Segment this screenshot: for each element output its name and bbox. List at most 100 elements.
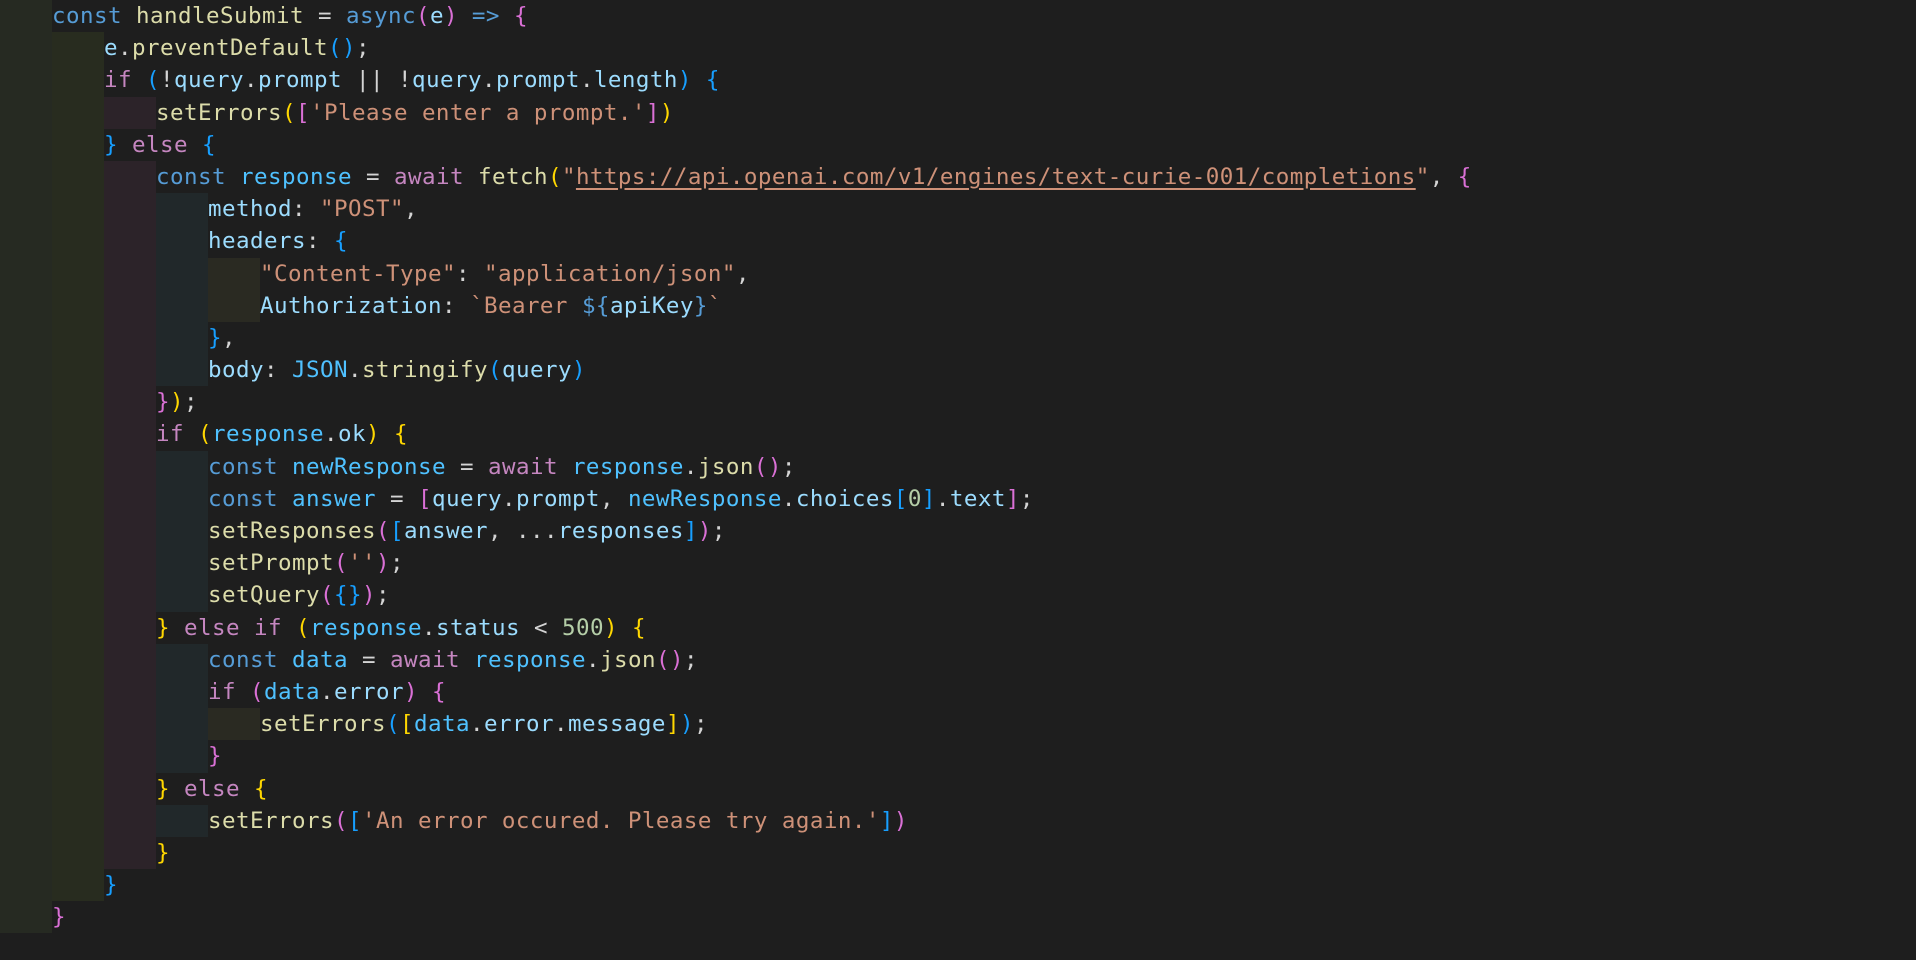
code-token: length	[593, 67, 678, 94]
indent-guide	[104, 160, 156, 194]
code-line[interactable]: Authorization: `Bearer ${apiKey}`	[0, 289, 1916, 322]
indent-guide	[52, 96, 104, 129]
code-editor[interactable]: const handleSubmit = async(e) => {e.prev…	[0, 0, 1916, 960]
code-token: ]	[665, 711, 680, 738]
indent-guide	[0, 450, 52, 483]
code-token: `	[707, 292, 722, 319]
indent-guide	[156, 482, 208, 515]
code-token: (	[319, 582, 334, 609]
code-token: query	[174, 67, 244, 94]
code-token: const	[208, 646, 278, 673]
indent-guide	[156, 515, 208, 548]
code-line[interactable]: },	[0, 321, 1916, 355]
code-token: .	[501, 485, 516, 512]
code-token: :	[455, 260, 484, 287]
code-line[interactable]: method: "POST",	[0, 193, 1916, 226]
url-link[interactable]: https://api.openai.com/v1/engines/text-c…	[576, 164, 1416, 190]
code-line[interactable]: "Content-Type": "application/json",	[0, 257, 1916, 290]
code-line[interactable]: if (response.ok) {	[0, 418, 1916, 451]
indent-guide	[208, 708, 260, 741]
indent-guide	[52, 450, 104, 483]
indent-guide	[104, 96, 156, 129]
code-line[interactable]: } else {	[0, 772, 1916, 805]
code-line[interactable]: } else {	[0, 128, 1916, 161]
code-line-text: } else if (response.status < 500) {	[156, 612, 646, 644]
code-token: (	[415, 3, 430, 29]
code-token: (	[281, 99, 296, 126]
code-line[interactable]: const response = await fetch("https://ap…	[0, 160, 1916, 194]
indent-guide	[156, 675, 208, 709]
code-line[interactable]: setErrors(['Please enter a prompt.'])	[0, 96, 1916, 129]
indent-guide	[0, 32, 52, 65]
code-token: (	[250, 678, 264, 705]
code-token: )	[375, 550, 390, 577]
code-line[interactable]: setResponses([answer, ...responses]);	[0, 515, 1916, 548]
code-line-text: const response = await fetch("https://ap…	[156, 161, 1472, 193]
indent-guide	[104, 675, 156, 709]
code-token: message	[567, 711, 666, 738]
code-line[interactable]: }	[0, 869, 1916, 902]
code-token: {}	[333, 582, 362, 609]
code-line-text: setResponses([answer, ...responses]);	[208, 515, 726, 547]
indent-guide	[0, 482, 52, 515]
code-token: (	[333, 550, 348, 577]
code-token: .	[421, 614, 436, 641]
indent-guide	[156, 708, 208, 741]
code-token: await	[393, 163, 464, 190]
code-token: headers	[208, 228, 306, 255]
code-token: }	[104, 872, 118, 899]
code-token: }	[104, 131, 118, 158]
code-token: query	[411, 67, 482, 94]
code-line[interactable]: if (data.error) {	[0, 675, 1916, 709]
code-token: (	[385, 711, 400, 738]
code-line[interactable]: }	[0, 740, 1916, 773]
code-line-text: body: JSON.stringify(query)	[208, 354, 586, 386]
code-line[interactable]: if (!query.prompt || !query.prompt.lengt…	[0, 64, 1916, 97]
indent-guide	[52, 643, 104, 676]
code-line[interactable]: setErrors([data.error.message]);	[0, 708, 1916, 741]
indent-guide	[0, 675, 52, 709]
code-token: if	[156, 421, 184, 448]
code-token: }	[208, 324, 222, 351]
indent-guide	[52, 354, 104, 387]
code-token: :	[264, 357, 292, 384]
code-lines[interactable]: const handleSubmit = async(e) => {e.prev…	[0, 0, 1916, 934]
indent-guide	[0, 418, 52, 451]
code-line[interactable]: }	[0, 836, 1916, 870]
code-line-text: if (data.error) {	[208, 676, 446, 708]
code-line[interactable]: setPrompt('');	[0, 547, 1916, 580]
code-line[interactable]: }	[0, 901, 1916, 934]
indent-guide	[208, 289, 260, 322]
code-token: :	[291, 196, 320, 223]
code-line[interactable]: const answer = [query.prompt, newRespons…	[0, 482, 1916, 515]
code-token: 'An error occured. Please try again.'	[361, 807, 880, 834]
code-line[interactable]: setQuery({});	[0, 579, 1916, 612]
indent-guide	[52, 193, 104, 226]
code-token: .	[683, 453, 698, 480]
code-token: .	[553, 711, 568, 738]
code-line[interactable]: setErrors(['An error occured. Please try…	[0, 804, 1916, 837]
code-token: [	[399, 711, 414, 738]
code-token: ;	[375, 582, 390, 609]
code-line[interactable]: headers: {	[0, 225, 1916, 258]
code-line[interactable]: const handleSubmit = async(e) => {	[0, 0, 1916, 33]
indent-guide	[104, 354, 156, 387]
code-line[interactable]: const newResponse = await response.json(…	[0, 450, 1916, 483]
code-token: (	[487, 357, 502, 384]
indent-guide	[156, 193, 208, 226]
code-token: response	[212, 421, 324, 448]
code-line[interactable]: body: JSON.stringify(query)	[0, 354, 1916, 387]
code-token: const	[208, 453, 278, 480]
code-line[interactable]: });	[0, 386, 1916, 419]
code-line[interactable]: const data = await response.json();	[0, 643, 1916, 676]
code-token: ok	[337, 421, 366, 448]
indent-guide	[104, 225, 156, 258]
code-token: !	[160, 67, 174, 94]
code-line[interactable]: } else if (response.status < 500) {	[0, 611, 1916, 644]
code-line[interactable]: e.preventDefault();	[0, 32, 1916, 65]
code-token: }	[156, 614, 170, 641]
code-token: !	[397, 67, 412, 94]
code-token: ${	[581, 292, 610, 319]
